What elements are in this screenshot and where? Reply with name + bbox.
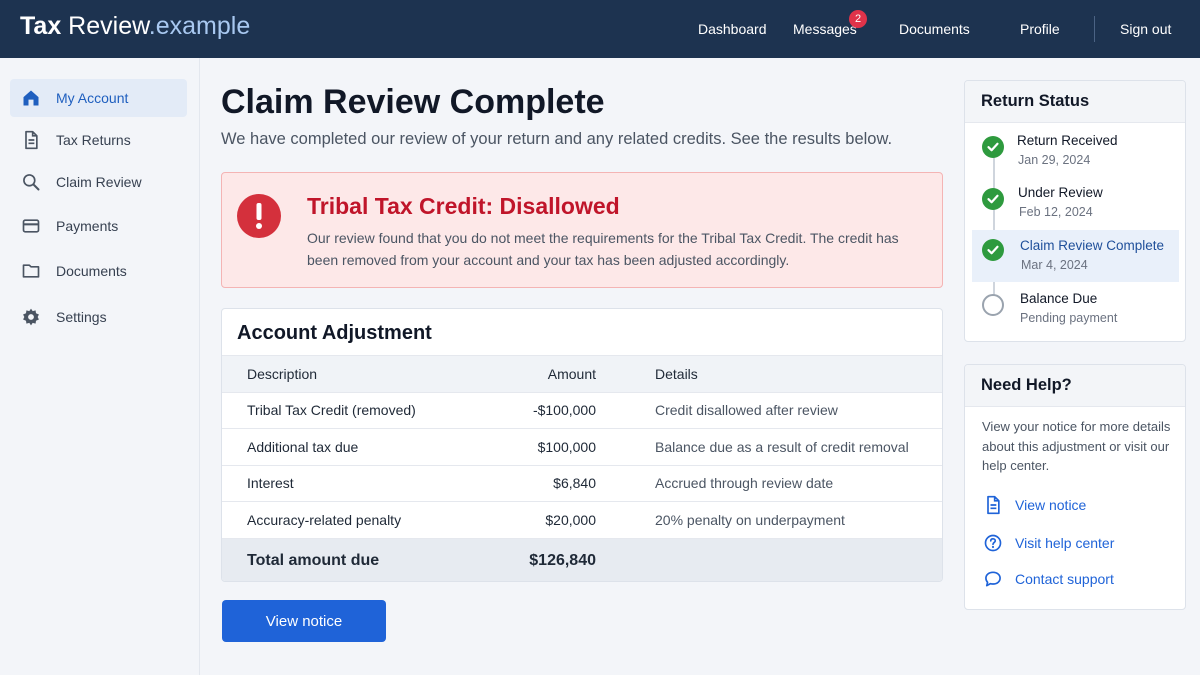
- credit-disallowed-alert: Tribal Tax Credit: Disallowed Our review…: [221, 172, 943, 288]
- step-date: Jan 29, 2024: [1018, 153, 1091, 167]
- brand-bold: Tax: [20, 12, 62, 40]
- table-row: Additional tax due $100,000 Balance due …: [222, 428, 942, 465]
- visit-help-center-link[interactable]: Visit help center: [983, 532, 1114, 554]
- exclamation-icon: [237, 194, 281, 238]
- nav-dashboard[interactable]: Dashboard: [698, 0, 767, 58]
- nav-documents-label: Documents: [899, 21, 970, 37]
- sidebar: My Account Tax Returns Claim Review Paym…: [0, 58, 200, 675]
- document-icon: [20, 129, 42, 151]
- gear-icon: [20, 306, 42, 328]
- page-subtitle: We have completed our review of your ret…: [221, 130, 893, 148]
- sidebar-item-payments[interactable]: Payments: [10, 207, 187, 245]
- row-description: Interest: [247, 475, 294, 492]
- return-status-title: Return Status: [965, 81, 1185, 123]
- help-text: View your notice for more details about …: [982, 419, 1171, 473]
- status-step-current: Claim Review Complete Mar 4, 2024: [972, 230, 1179, 282]
- sidebar-item-label: Tax Returns: [56, 132, 131, 148]
- total-label: Total amount due: [247, 551, 380, 569]
- card-title: Account Adjustment: [237, 322, 432, 344]
- sidebar-item-my-account[interactable]: My Account: [10, 79, 187, 117]
- status-step: Balance Due Pending payment: [965, 291, 1185, 341]
- row-amount: -$100,000: [532, 402, 596, 419]
- question-circle-icon: [984, 534, 1002, 552]
- nav-profile[interactable]: Profile: [1020, 0, 1060, 58]
- row-description: Tribal Tax Credit (removed): [247, 402, 416, 419]
- column-header-details: Details: [655, 365, 698, 382]
- alert-body: Our review found that you do not meet th…: [307, 230, 899, 268]
- table-header-row: Description Amount Details: [222, 355, 942, 392]
- top-navigation-bar: Tax Review.example Dashboard Messages 2 …: [0, 0, 1200, 58]
- sidebar-item-label: Settings: [56, 309, 107, 325]
- view-notice-link[interactable]: View notice: [983, 494, 1086, 516]
- step-name: Balance Due: [1020, 291, 1098, 306]
- column-header-description: Description: [247, 365, 318, 382]
- sidebar-item-label: My Account: [56, 90, 129, 106]
- sidebar-item-settings[interactable]: Settings: [10, 298, 187, 336]
- folder-icon: [20, 260, 42, 282]
- return-status-panel: Return Status Return Received Jan 29, 20…: [964, 80, 1186, 342]
- nav-documents[interactable]: Documents: [899, 0, 970, 58]
- row-description: Accuracy-related penalty: [247, 511, 402, 528]
- empty-circle-icon: [982, 294, 1004, 316]
- step-date: Mar 4, 2024: [1021, 258, 1088, 272]
- row-details: Credit disallowed after review: [655, 402, 838, 419]
- alert-title: Tribal Tax Credit: Disallowed: [307, 193, 620, 219]
- nav-dashboard-label: Dashboard: [698, 21, 767, 37]
- view-notice-button[interactable]: View notice: [222, 600, 386, 642]
- row-amount: $6,840: [553, 475, 596, 492]
- step-name: Return Received: [1017, 133, 1118, 148]
- sidebar-item-label: Payments: [56, 218, 119, 234]
- check-circle-icon: [982, 239, 1004, 261]
- link-label: View notice: [1015, 497, 1087, 513]
- brand-logo[interactable]: Tax Review.example: [20, 12, 250, 41]
- document-icon: [987, 495, 1000, 515]
- need-help-panel: Need Help? View your notice for more det…: [964, 364, 1186, 610]
- total-amount: $126,840: [529, 551, 596, 569]
- sign-out-label: Sign out: [1120, 21, 1172, 37]
- sidebar-item-claim-review[interactable]: Claim Review: [10, 163, 187, 201]
- chat-bubble-icon: [985, 571, 1001, 587]
- link-label: Contact support: [1015, 571, 1114, 587]
- brand-domain: .example: [148, 12, 251, 40]
- page-title: Claim Review Complete: [221, 83, 605, 121]
- check-circle-icon: [982, 136, 1004, 158]
- step-date: Pending payment: [1020, 311, 1118, 325]
- messages-count-badge: 2: [849, 10, 867, 28]
- need-help-title: Need Help?: [965, 365, 1185, 407]
- table-row: Interest $6,840 Accrued through review d…: [222, 464, 942, 502]
- brand-main: Review: [61, 12, 149, 40]
- table-total-row: Total amount due $126,840: [222, 537, 942, 581]
- search-icon: [20, 171, 42, 193]
- step-name: Claim Review Complete: [1020, 238, 1165, 253]
- account-adjustment-card: Account Adjustment Description Amount De…: [221, 308, 943, 582]
- sidebar-item-label: Documents: [56, 263, 127, 279]
- check-circle-icon: [982, 188, 1004, 210]
- link-label: Visit help center: [1015, 535, 1115, 551]
- table-row: Tribal Tax Credit (removed) -$100,000 Cr…: [222, 391, 942, 429]
- row-description: Additional tax due: [247, 438, 359, 455]
- status-step: Return Received Jan 29, 2024: [965, 133, 1185, 185]
- nav-messages-label: Messages: [793, 21, 857, 37]
- credit-card-icon: [20, 215, 42, 237]
- row-details: Accrued through review date: [655, 475, 834, 492]
- nav-divider: [1094, 16, 1095, 42]
- row-details: 20% penalty on underpayment: [655, 511, 845, 528]
- table-row: Accuracy-related penalty $20,000 20% pen…: [222, 501, 942, 538]
- row-details: Balance due as a result of credit remova…: [655, 438, 909, 455]
- nav-profile-label: Profile: [1020, 21, 1060, 37]
- contact-support-link[interactable]: Contact support: [983, 568, 1114, 590]
- sign-out-link[interactable]: Sign out: [1120, 0, 1171, 58]
- home-icon: [20, 87, 42, 109]
- row-amount: $20,000: [545, 511, 596, 528]
- step-name: Under Review: [1018, 185, 1103, 200]
- row-amount: $100,000: [537, 438, 596, 455]
- sidebar-item-tax-returns[interactable]: Tax Returns: [10, 121, 187, 159]
- sidebar-item-label: Claim Review: [56, 174, 142, 190]
- step-date: Feb 12, 2024: [1019, 205, 1093, 219]
- nav-messages[interactable]: Messages 2: [793, 0, 867, 58]
- column-header-amount: Amount: [547, 365, 596, 382]
- sidebar-item-documents[interactable]: Documents: [10, 252, 187, 290]
